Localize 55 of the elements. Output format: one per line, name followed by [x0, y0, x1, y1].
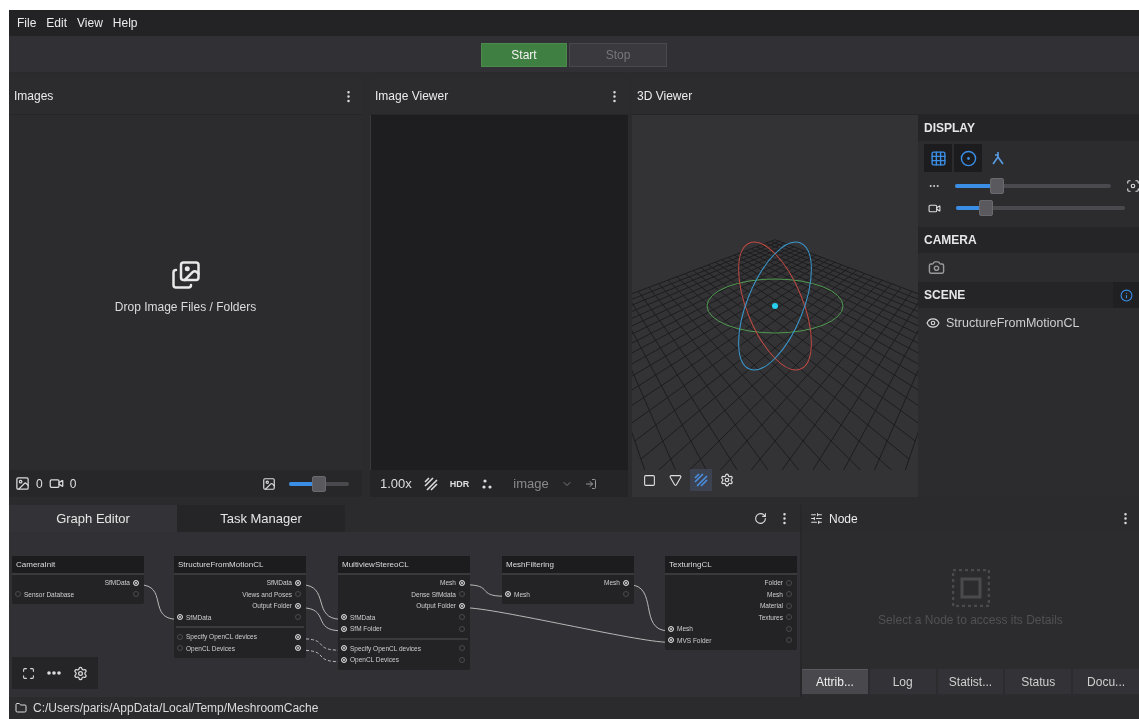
channel-select[interactable]: image	[513, 476, 549, 491]
tab[interactable]: Statist...	[937, 669, 1004, 694]
tab[interactable]: Log	[869, 669, 936, 694]
focus-icon	[1126, 179, 1139, 193]
thumbnail-icon	[262, 476, 276, 491]
slider-handle[interactable]	[312, 475, 326, 492]
menu-item[interactable]: Edit	[42, 16, 72, 30]
sliders-icon	[810, 512, 823, 525]
video-icon	[48, 476, 64, 491]
node-title: MultiviewStereoCL	[342, 560, 409, 569]
folder-icon	[15, 702, 27, 714]
drop-hint: Drop Image Files / Folders	[114, 299, 257, 314]
section-title: DISPLAY	[924, 121, 975, 135]
export-icon	[584, 477, 597, 490]
node-title: CameraInit	[16, 560, 56, 569]
settings-icon	[73, 665, 88, 681]
zoom-level: 1.00x	[380, 476, 412, 491]
menu-item[interactable]: Help	[108, 16, 142, 30]
dots-icon	[481, 477, 494, 490]
panel-title: 3D Viewer	[637, 89, 693, 103]
image-icon	[15, 476, 30, 491]
hatch-icon	[423, 476, 438, 491]
section-title: SCENE	[924, 288, 966, 302]
grid-icon[interactable]	[924, 144, 952, 172]
tab[interactable]: Task Manager	[177, 505, 345, 532]
section-title: CAMERA	[924, 233, 977, 247]
refresh-icon	[754, 512, 767, 525]
tab[interactable]: Status	[1005, 669, 1072, 694]
node-placeholder-icon	[951, 568, 990, 607]
info-icon[interactable]	[1113, 282, 1139, 308]
fullscreen-icon	[22, 666, 35, 680]
cache-path: C:/Users/paris/AppData/Local/Temp/MeshroomCache	[33, 701, 319, 715]
tab[interactable]: Graph Editor	[9, 505, 177, 532]
video-count: 0	[69, 476, 77, 491]
node-title: MeshFiltering	[506, 560, 554, 569]
slider-handle[interactable]	[990, 178, 1005, 194]
images-icon	[170, 259, 201, 290]
start-button[interactable]: Start	[481, 42, 567, 67]
panel-title: Node	[829, 511, 858, 526]
target-icon[interactable]	[954, 144, 982, 172]
panel-title: Image Viewer	[375, 89, 449, 103]
camera-icon	[928, 259, 945, 276]
tab[interactable]: Attrib...	[802, 669, 868, 694]
more-icon	[47, 671, 61, 675]
scene-item[interactable]: StructureFromMotionCL	[946, 316, 1080, 330]
node-title: StructureFromMotionCL	[178, 560, 264, 569]
slider-handle[interactable]	[979, 200, 994, 216]
panel-title: Images	[14, 89, 54, 103]
menu-item[interactable]: File	[13, 16, 41, 30]
hdr-toggle[interactable]: HDR	[449, 478, 470, 489]
eye-icon[interactable]	[926, 316, 940, 330]
image-count: 0	[36, 476, 43, 491]
tab[interactable]: Docu...	[1073, 669, 1139, 694]
node-title: TexturingCL	[669, 560, 712, 569]
menu-item[interactable]: View	[73, 16, 107, 30]
